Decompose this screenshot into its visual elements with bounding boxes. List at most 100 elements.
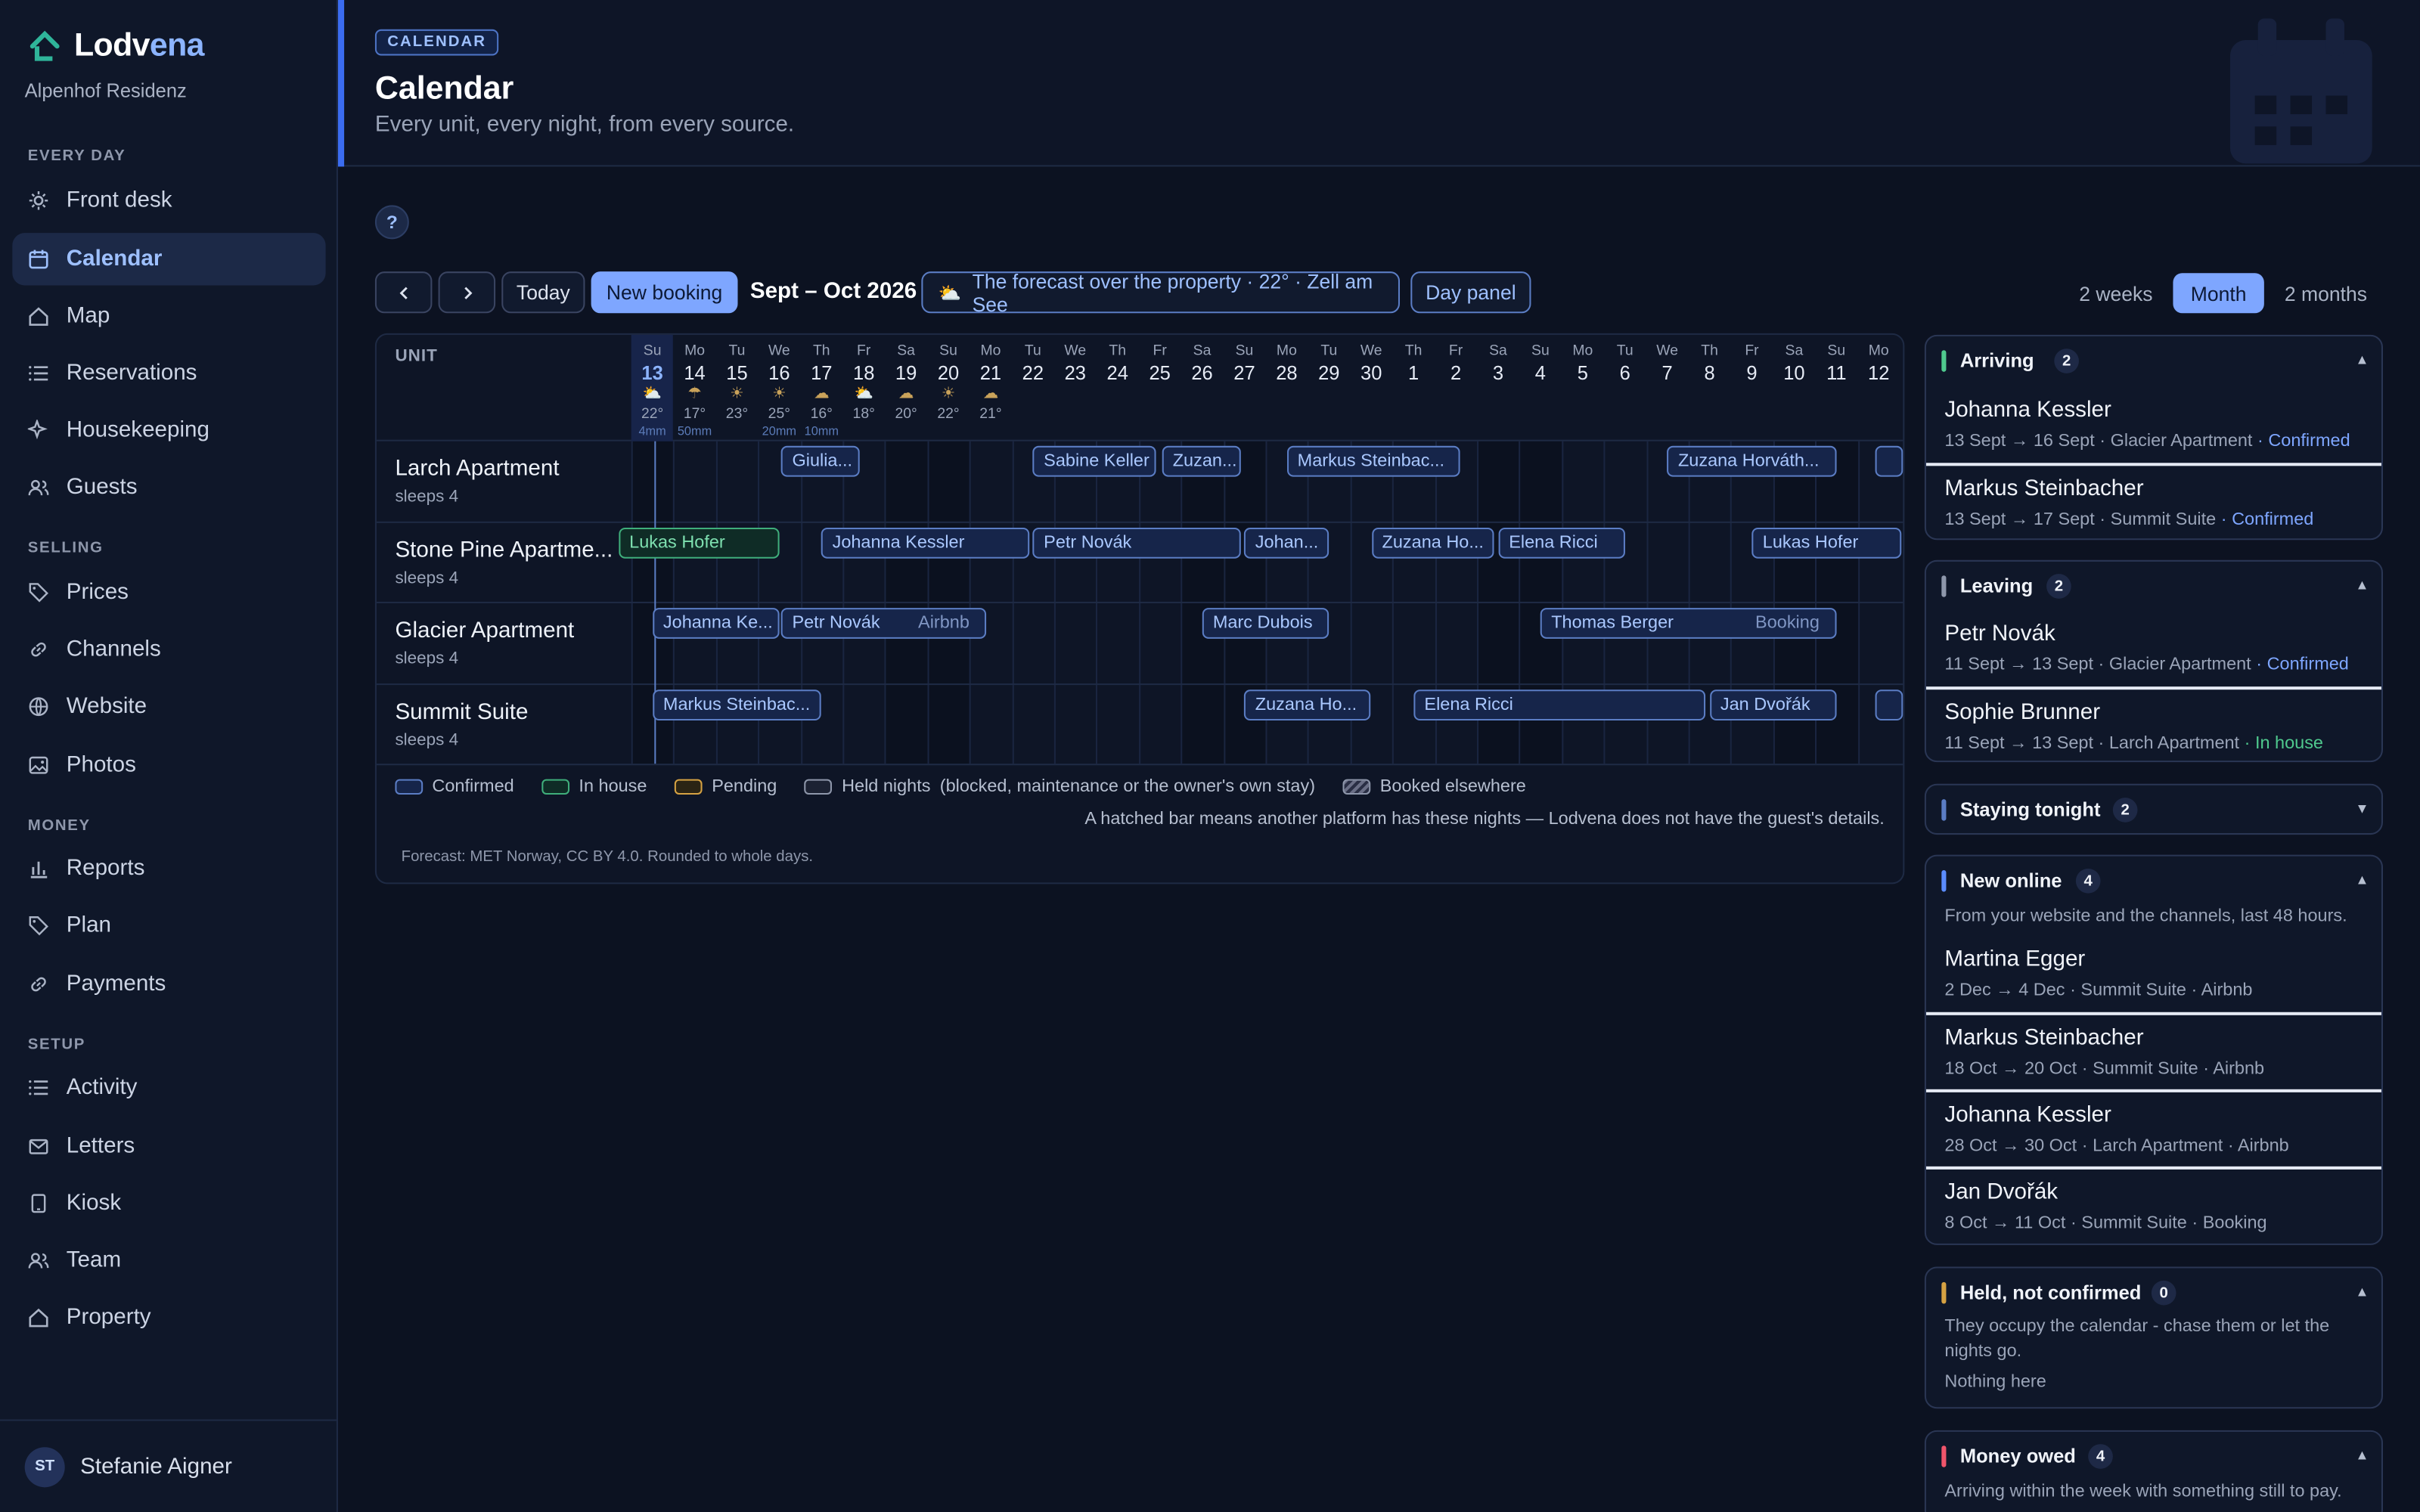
day-header[interactable]: We 7 [1646, 335, 1689, 442]
nav-prices[interactable]: Prices [12, 566, 325, 618]
nav-letters[interactable]: Letters [12, 1120, 325, 1173]
day-header[interactable]: Mo 21 ☁ 21° [970, 335, 1012, 442]
booking-bar[interactable]: Marc Dubois [1202, 608, 1329, 639]
nav-property[interactable]: Property [12, 1291, 325, 1343]
prev-button[interactable] [374, 271, 433, 314]
booking-bar[interactable]: Zuzan... [1162, 445, 1240, 477]
day-header[interactable]: Mo 12 [1857, 335, 1900, 442]
booking-bar[interactable]: Petr Novák [1032, 526, 1240, 558]
booking-bar[interactable]: Elena Ricci [1413, 689, 1705, 720]
day-header[interactable]: Th 8 [1689, 335, 1731, 442]
day-header[interactable]: Su 20 ☀ 22° [927, 335, 970, 442]
day-header[interactable]: Sa 26 [1181, 335, 1224, 442]
day-header[interactable]: Tu 6 [1604, 335, 1646, 442]
booking-bar[interactable]: Johanna Kessler [821, 526, 1029, 558]
panel-title: Staying tonight [1959, 799, 2101, 821]
nav-reservations[interactable]: Reservations [12, 347, 325, 399]
booking-bar[interactable]: Markus Steinbac... [652, 689, 822, 720]
leaving-item[interactable]: Sophie Brunner 11 Sept → 13 Sept · Larch … [1925, 686, 2381, 761]
held-header[interactable]: Held, not confirmed 0 ▲ [1926, 1269, 2381, 1318]
view-month[interactable]: Month [2173, 273, 2264, 314]
day-header[interactable]: Th 24 [1097, 335, 1139, 442]
booking-bar[interactable]: Thomas Berger Booking [1540, 608, 1837, 639]
nav-activity[interactable]: Activity [12, 1061, 325, 1114]
day-header[interactable]: Su 11 [1815, 335, 1857, 442]
booking-bar[interactable]: Johan... [1244, 526, 1329, 558]
leaving-item[interactable]: Petr Novák 11 Sept → 13 Sept · Glacier Ap… [1926, 611, 2381, 688]
day-header[interactable]: Fr 18 ⛅ 18° [842, 335, 885, 442]
nav-channels[interactable]: Channels [12, 623, 325, 675]
booking-bar[interactable]: Zuzana Horváth... [1667, 445, 1837, 477]
booking-bar[interactable]: Lukas Hofer [618, 526, 780, 558]
nav-plan[interactable]: Plan [12, 900, 325, 952]
day-header[interactable]: Tu 29 [1308, 335, 1350, 442]
booking-bar[interactable]: Sabine Keller [1032, 445, 1156, 477]
nav-kiosk[interactable]: Kiosk [12, 1177, 325, 1229]
help-button[interactable]: ? [374, 205, 409, 240]
arriving-header[interactable]: Arriving 2 ▲ [1926, 336, 2381, 386]
day-header[interactable]: Su 13 ⛅ 22° 4mm [631, 334, 674, 442]
staying-tonight-panel[interactable]: Staying tonight 2 ▼ [1924, 783, 2383, 835]
day-header[interactable]: Sa 19 ☁ 20° [885, 335, 927, 442]
booking-bar[interactable]: Elena Ricci [1497, 526, 1625, 558]
money-owed-header[interactable]: Money owed 4 ▲ [1926, 1432, 2381, 1481]
day-header[interactable]: Tu 22 [1012, 335, 1054, 442]
day-header[interactable]: Sa 10 [1773, 335, 1815, 442]
new-online-item[interactable]: Martina Egger 2 Dec → 4 Dec · Summit Suit… [1926, 937, 2381, 1014]
view-2-weeks[interactable]: 2 weeks [2070, 273, 2162, 313]
nav-payments[interactable]: Payments [12, 958, 325, 1010]
day-header[interactable]: Fr 9 [1731, 335, 1773, 442]
day-header[interactable]: Mo 5 [1562, 335, 1604, 442]
booking-bar[interactable] [1874, 445, 1903, 477]
nav-team[interactable]: Team [12, 1235, 325, 1287]
day-header[interactable]: Fr 25 [1139, 335, 1181, 442]
day-header[interactable]: Tu 15 ☀ 23° [716, 335, 759, 442]
new-online-item[interactable]: Jan Dvořák 8 Oct → 11 Oct · Summit Suite … [1925, 1166, 2381, 1244]
arriving-item[interactable]: Johanna Kessler 13 Sept → 16 Sept · Glaci… [1926, 387, 2381, 464]
booking-bar[interactable]: Zuzana Ho... [1244, 689, 1372, 720]
arriving-item[interactable]: Markus Steinbacher 13 Sept → 17 Sept · Su… [1925, 463, 2381, 538]
today-button[interactable]: Today [501, 271, 585, 314]
booking-bar[interactable]: Johanna Ke... [652, 608, 780, 639]
nav-photos[interactable]: Photos [12, 739, 325, 792]
nav-calendar[interactable]: Calendar [12, 233, 326, 286]
day-header[interactable]: Su 27 [1224, 335, 1266, 442]
staying-header[interactable]: Staying tonight 2 ▼ [1926, 785, 2381, 833]
new-online-item[interactable]: Johanna Kessler 28 Oct → 30 Oct · Larch A… [1925, 1089, 2381, 1167]
forecast-button[interactable]: ⛅ The forecast over the property · 22° · … [921, 269, 1401, 315]
booking-bar[interactable]: Zuzana Ho... [1371, 526, 1494, 558]
day-header[interactable]: We 16 ☀ 25° 20mm [758, 335, 800, 442]
day-header[interactable]: Fr 2 [1435, 335, 1477, 442]
booking-bar[interactable] [1874, 689, 1903, 720]
day-header[interactable]: Mo 28 [1265, 335, 1308, 442]
nav-label: Housekeeping [66, 418, 209, 443]
day-header[interactable]: We 30 [1350, 335, 1392, 442]
new-booking-button[interactable]: New booking [591, 271, 738, 314]
booking-bar[interactable]: Jan Dvořák [1709, 689, 1837, 720]
day-panel-button[interactable]: Day panel [1410, 271, 1531, 314]
nav-housekeeping[interactable]: Housekeeping [12, 404, 325, 457]
booking-bar[interactable]: Lukas Hofer [1751, 526, 1902, 558]
day-header[interactable]: We 23 [1054, 335, 1097, 442]
view-2-months[interactable]: 2 months [2275, 273, 2377, 313]
day-header[interactable]: Th 1 [1392, 335, 1435, 442]
nav-map[interactable]: Map [12, 290, 325, 342]
nav-front-desk[interactable]: Front desk [12, 175, 325, 227]
nav-website[interactable]: Website [12, 680, 325, 733]
day-header[interactable]: Su 4 [1519, 335, 1562, 442]
new-online-header[interactable]: New online 4 ▲ [1926, 857, 2381, 906]
nav-guests[interactable]: Guests [12, 461, 325, 513]
nav-reports[interactable]: Reports [12, 842, 325, 894]
leaving-header[interactable]: Leaving 2 ▲ [1926, 562, 2381, 611]
day-header[interactable]: Th 17 ☁ 16° 10mm [800, 335, 842, 442]
new-online-item[interactable]: Markus Steinbacher 18 Oct → 20 Oct · Summ… [1925, 1012, 2381, 1089]
booking-bar[interactable]: Markus Steinbac... [1286, 445, 1460, 477]
day-header[interactable]: Mo 14 ☂ 17° 50mm [674, 335, 716, 442]
chevron-up-icon: ▲ [2355, 872, 2369, 888]
user-menu[interactable]: ST Stefanie Aigner [0, 1419, 338, 1512]
day-header[interactable]: Sa 3 [1477, 335, 1519, 442]
booking-bar[interactable]: Petr Novák Airbnb [781, 608, 987, 639]
next-button[interactable] [438, 271, 496, 314]
brand[interactable]: Lodvena [28, 28, 205, 65]
booking-bar[interactable]: Giulia... [781, 445, 860, 477]
